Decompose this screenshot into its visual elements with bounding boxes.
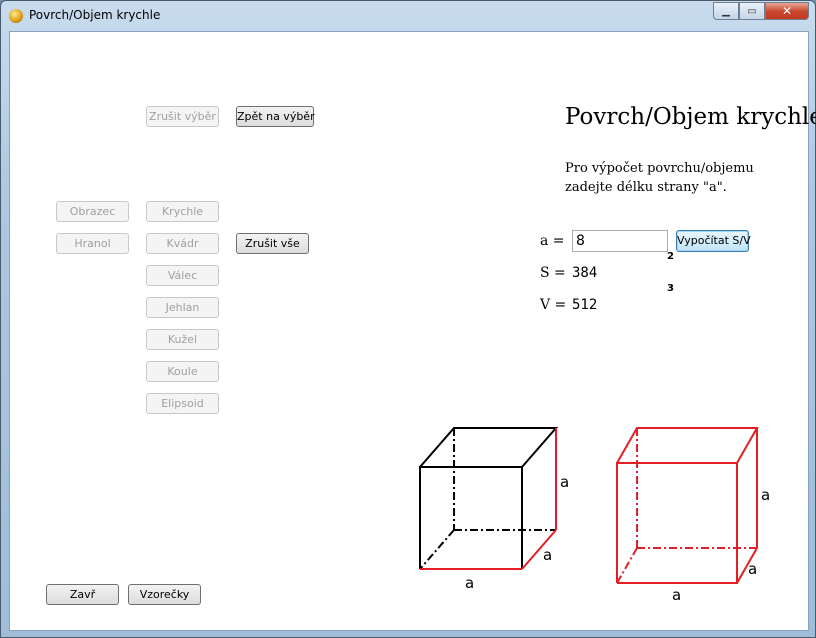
edge-label-bottom: a	[465, 574, 474, 592]
valec-button[interactable]: Válec	[146, 265, 219, 286]
edge-label-vertical: a	[761, 486, 770, 504]
edge-label-bottom: a	[672, 586, 681, 604]
window-controls: ▁ ▭ ✕	[713, 2, 809, 20]
title-bar[interactable]: Povrch/Objem krychle ▁ ▭ ✕	[1, 1, 815, 31]
surface-exponent: 2	[667, 251, 674, 262]
side-a-input[interactable]	[572, 230, 668, 252]
hidden-edge-depth	[419, 529, 455, 570]
volume-value: 512	[572, 297, 598, 313]
window-title: Povrch/Objem krychle	[29, 8, 161, 22]
elipsoid-button[interactable]: Elipsoid	[146, 393, 219, 414]
minimize-button[interactable]: ▁	[713, 2, 739, 20]
hidden-edge-depth	[616, 547, 638, 584]
edge-label-depth: a	[543, 546, 552, 564]
top-face-edges	[419, 427, 559, 468]
cube-diagram-left: a a a	[419, 427, 569, 592]
surface-value: 384	[572, 265, 598, 281]
close-icon: ✕	[781, 4, 793, 18]
kvadr-button[interactable]: Kvádr	[146, 233, 219, 254]
minimize-icon: ▁	[722, 5, 730, 17]
maximize-button[interactable]: ▭	[739, 2, 765, 20]
front-face-edges	[616, 462, 738, 584]
zavri-button[interactable]: Zavř	[46, 584, 119, 605]
page-title: Povrch/Objem krychle	[565, 104, 816, 130]
zrusit-vse-button[interactable]: Zrušit vše	[236, 233, 309, 254]
krychle-button[interactable]: Krychle	[146, 201, 219, 222]
koule-button[interactable]: Koule	[146, 361, 219, 382]
app-window: Povrch/Objem krychle ▁ ▭ ✕ Zrušit výběr …	[0, 0, 816, 638]
maximize-icon: ▭	[747, 5, 757, 17]
s-label: S =	[540, 265, 566, 281]
zpet-na-vyber-button[interactable]: Zpět na výběr	[236, 106, 315, 127]
v-label: V =	[540, 297, 567, 313]
hranol-button[interactable]: Hranol	[56, 233, 129, 254]
volume-exponent: 3	[667, 283, 674, 294]
app-icon	[9, 9, 23, 23]
edge-label-vertical: a	[560, 473, 569, 491]
client-area: Zrušit výběr Zpět na výběr Obrazec Hrano…	[9, 31, 816, 631]
vzorecky-button[interactable]: Vzorečky	[128, 584, 201, 605]
vypocitat-button[interactable]: Vypočítat S/V	[676, 230, 751, 252]
jehlan-button[interactable]: Jehlan	[146, 297, 219, 318]
a-label: a =	[540, 233, 565, 249]
close-button[interactable]: ✕	[765, 2, 809, 20]
front-face-edges	[419, 466, 523, 569]
instructions-text: Pro výpočet povrchu/objemu zadejte délku…	[565, 161, 754, 195]
kuzel-button[interactable]: Kužel	[146, 329, 219, 350]
zrusit-vyber-button[interactable]: Zrušit výběr	[146, 106, 219, 127]
obrazec-button[interactable]: Obrazec	[56, 201, 129, 222]
edge-label-depth: a	[748, 560, 757, 578]
cube-diagram-right: a a a	[616, 427, 770, 604]
